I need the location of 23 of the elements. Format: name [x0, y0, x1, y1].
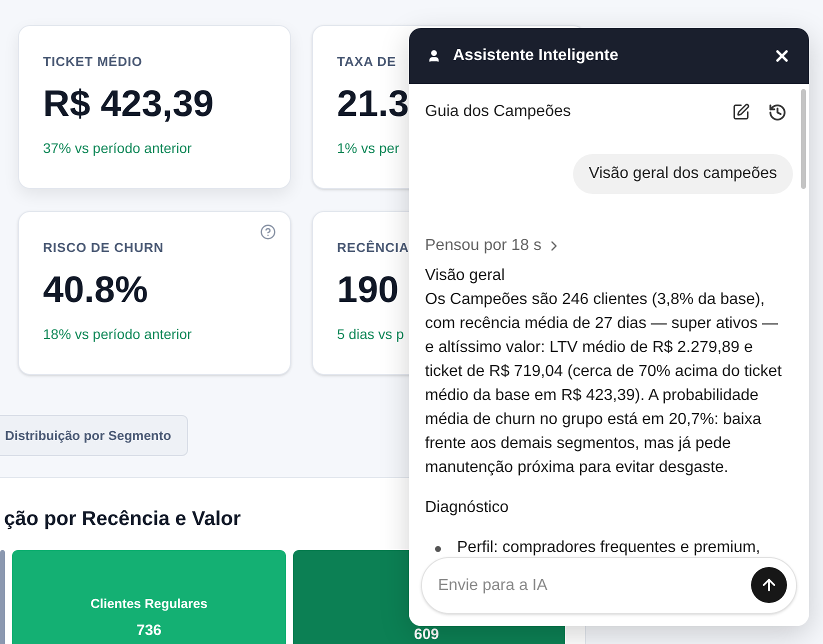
metric-value: 40.8% — [43, 268, 148, 312]
metric-label: RISCO DE CHURN — [43, 239, 164, 257]
tile-value: 609 — [414, 625, 440, 644]
assistant-title: Assistente Inteligente — [453, 46, 618, 66]
metric-label: RECÊNCIA — [337, 239, 410, 257]
metric-value: R$ 423,39 — [43, 82, 214, 126]
metric-change: 37% vs período anterior — [43, 138, 192, 158]
tile-label: Clientes Regulares — [90, 595, 208, 613]
bullet-text: Perfil: compradores frequentes e premium, — [457, 538, 760, 558]
metric-value: 190 — [337, 268, 399, 312]
response-paragraph: Os Campeões são 246 clientes (3,8% da base), com recência média de 27 dias — super ativos — e altíssimo valor: LTV médio de R$ 2.279,89 e ticket de R$ 719,04 (cerca de 70% acima do ticket médio da base em R$ 423,39). A probabilidade média de churn no grupo está em 20,7%: baixa frente aos demais segmentos, mas já pede manutenção próxima para evitar desgaste. — [425, 290, 783, 478]
metric-label: TAXA DE — [337, 53, 396, 71]
section-title: ção por Recência e Valor — [3, 507, 241, 532]
metric-label: TICKET MÉDIO — [43, 53, 142, 71]
metric-change: 5 dias vs p — [337, 324, 404, 344]
conversation-title: Guia dos Campeões — [425, 102, 571, 122]
metric-value: 21.3 — [337, 82, 410, 126]
response-heading: Visão geral — [425, 266, 506, 286]
user-message: Visão geral dos campeões — [572, 154, 793, 194]
tile-value: 736 — [136, 620, 162, 640]
response-heading: Diagnóstico — [425, 498, 510, 518]
metric-change: 1% vs per — [337, 138, 400, 158]
metric-change: 18% vs período anterior — [43, 324, 192, 344]
